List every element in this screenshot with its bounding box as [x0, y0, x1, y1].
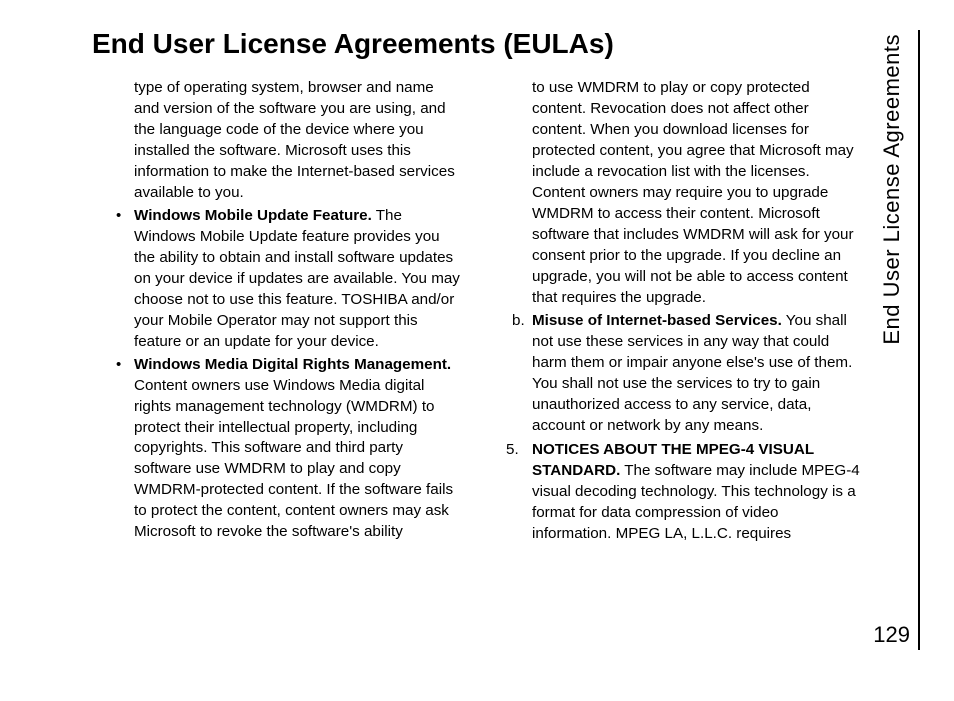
section-label: End User License Agreements: [879, 34, 905, 345]
list-item-body: The Windows Mobile Update feature provid…: [134, 207, 460, 350]
list-item: b. Misuse of Internet-based Services. Yo…: [490, 311, 860, 437]
list-item-body: Content owners use Windows Media digital…: [134, 377, 453, 541]
paragraph: to use WMDRM to play or copy protected c…: [490, 78, 860, 309]
list-item-title: Windows Mobile Update Feature.: [134, 207, 372, 224]
paragraph: type of operating system, browser and na…: [92, 78, 462, 204]
body-columns: type of operating system, browser and na…: [92, 78, 862, 545]
list-marker: b.: [512, 311, 525, 332]
list-item-title: Windows Media Digital Rights Management.: [134, 356, 451, 373]
document-page: End User License Agreements (EULAs) type…: [0, 0, 954, 701]
list-item: 5. NOTICES ABOUT THE MPEG-4 VISUAL STAND…: [490, 440, 860, 545]
list-marker: 5.: [506, 440, 519, 461]
list-item-title: Misuse of Internet-based Services.: [532, 312, 782, 329]
list-item: Windows Media Digital Rights Management.…: [92, 355, 462, 544]
page-heading: End User License Agreements (EULAs): [92, 28, 954, 60]
column-left: type of operating system, browser and na…: [92, 78, 462, 545]
side-tab: End User License Agreements 129: [873, 30, 920, 650]
page-number: 129: [873, 622, 910, 648]
list-item-body: You shall not use these services in any …: [532, 312, 852, 434]
list-item: Windows Mobile Update Feature. The Windo…: [92, 206, 462, 353]
column-right: to use WMDRM to play or copy protected c…: [490, 78, 860, 545]
